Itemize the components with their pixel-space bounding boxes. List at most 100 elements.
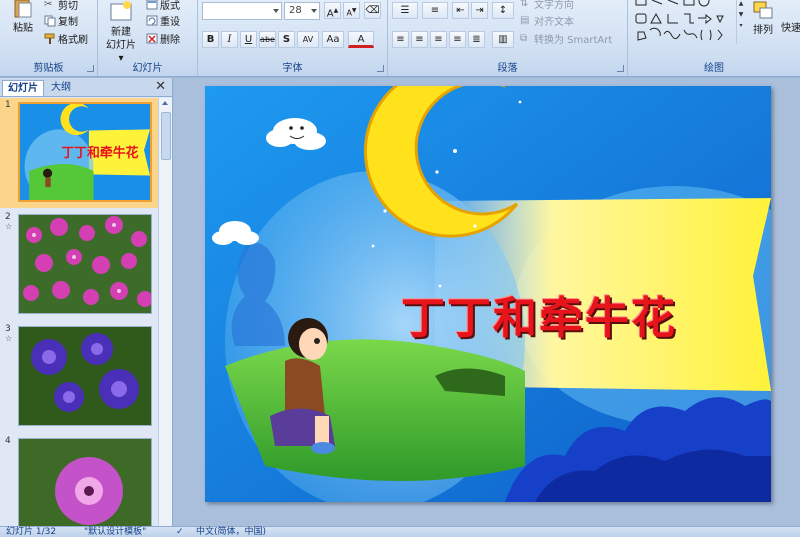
change-case-label: Aa <box>326 34 340 45</box>
bold-button[interactable]: B <box>202 31 219 48</box>
slide-title[interactable]: 丁丁和牵牛花 <box>401 282 701 346</box>
justify-button[interactable]: ≡ <box>449 31 466 48</box>
slide-thumbnail-1[interactable]: 1 丁丁和牵牛花 <box>0 98 158 208</box>
arrange-button[interactable]: 排列 <box>748 0 778 37</box>
reset-icon <box>146 15 158 25</box>
font-group-label: 字体 <box>282 63 303 74</box>
align-left-icon: ≡ <box>396 34 405 45</box>
slide-1-preview: 丁丁和牵牛花 <box>20 104 150 200</box>
copy-button[interactable]: 复制 <box>44 13 78 28</box>
line-spacing-button[interactable]: ↕ <box>492 2 514 19</box>
chevron-down-icon <box>273 9 279 13</box>
align-left-button[interactable]: ≡ <box>392 31 409 48</box>
paste-icon <box>14 0 32 18</box>
tab-outline[interactable]: 大纲 <box>46 80 76 96</box>
distribute-icon: ≣ <box>472 34 481 45</box>
delete-slide-button[interactable]: 删除 <box>146 31 180 46</box>
layout-icon <box>146 0 158 9</box>
slide-number-value: 2 <box>5 212 11 222</box>
chevron-up-icon <box>162 101 168 105</box>
slide-preview <box>18 438 152 526</box>
align-right-icon: ≡ <box>434 34 443 45</box>
ribbon: 粘贴 ✂ 剪切 复制 格式刷 剪贴板 新建 幻灯片 ▾ 版式 重设 删除 幻灯片… <box>0 0 800 77</box>
bullets-icon: ☰ <box>400 5 410 16</box>
new-slide-icon <box>110 1 132 21</box>
current-slide[interactable]: 丁丁和牵牛花 <box>205 86 771 502</box>
smartart-label: 转换为 SmartArt <box>534 35 613 46</box>
indent-icon: ⇥ <box>475 5 484 16</box>
flowers-pink-image <box>19 215 151 313</box>
flower-violet-image <box>19 439 151 526</box>
change-case-button[interactable]: Aa <box>322 31 344 48</box>
font-name-combo[interactable] <box>202 2 282 20</box>
shadow-button[interactable]: S <box>278 31 295 48</box>
reset-button[interactable]: 重设 <box>146 13 180 28</box>
char-spacing-button[interactable]: AV <box>297 31 319 48</box>
text-direction-label: 文字方向 <box>534 0 574 11</box>
paragraph-group: ☰ ≡ ⇤ ⇥ ↕ ⇅ 文字方向 ▤ 对齐文本 ⧉ 转换为 SmartArt ≡… <box>388 0 628 76</box>
shrink-font-button[interactable]: A▼ <box>343 2 360 19</box>
font-size-combo[interactable]: 28 <box>284 2 320 20</box>
slide-number: 2 ☆ <box>5 212 12 232</box>
paragraph-dialog-launcher[interactable] <box>617 65 624 72</box>
shapes-scroller[interactable]: ▲ ▼ ▾ <box>736 0 745 44</box>
columns-button[interactable]: ▥ <box>492 31 514 48</box>
layout-button[interactable]: 版式 <box>146 0 180 12</box>
slides-group: 新建 幻灯片 ▾ 版式 重设 删除 幻灯片 <box>98 0 198 76</box>
slide-thumbnail-4[interactable]: 4 <box>0 434 158 526</box>
animation-star-icon: ☆ <box>5 222 13 231</box>
slide-thumbnail-2[interactable]: 2 ☆ <box>0 210 158 320</box>
thumbnails-scrollbar[interactable] <box>158 98 172 526</box>
tab-outline-label: 大纲 <box>51 82 71 93</box>
slide-number-value: 1 <box>5 100 11 110</box>
align-text-button[interactable]: ▤ 对齐文本 <box>520 13 574 29</box>
clipboard-group-label: 剪贴板 <box>33 63 64 74</box>
slide-preview <box>18 214 152 314</box>
cut-label: 剪切 <box>58 1 78 12</box>
flowers-blue-image <box>19 327 151 425</box>
numbering-button[interactable]: ≡ <box>422 2 448 19</box>
arrange-icon <box>753 1 773 19</box>
tab-slides[interactable]: 幻灯片 <box>2 80 44 96</box>
align-right-button[interactable]: ≡ <box>430 31 447 48</box>
underline-label: U <box>244 34 253 45</box>
italic-button[interactable]: I <box>221 31 238 48</box>
distribute-button[interactable]: ≣ <box>468 31 485 48</box>
paste-button[interactable]: 粘贴 <box>8 0 38 35</box>
copy-label: 复制 <box>58 17 78 28</box>
slide-number-value: 4 <box>5 436 11 446</box>
bullets-button[interactable]: ☰ <box>392 2 418 19</box>
font-color-label: A <box>357 34 365 45</box>
new-slide-button[interactable]: 新建 幻灯片 ▾ <box>102 0 140 65</box>
slide-editor: 丁丁和牵牛花 <box>173 78 800 526</box>
grow-font-button[interactable]: A▲ <box>324 2 341 19</box>
format-painter-button[interactable]: 格式刷 <box>44 31 88 46</box>
align-center-button[interactable]: ≡ <box>411 31 428 48</box>
scissors-icon: ✂ <box>44 0 53 10</box>
shapes-gallery[interactable] <box>634 0 746 46</box>
slide-thumbnail-3[interactable]: 3 ☆ <box>0 322 158 432</box>
clear-format-button[interactable]: ⌫ <box>364 2 381 19</box>
underline-button[interactable]: U <box>240 31 257 48</box>
convert-smartart-button[interactable]: ⧉ 转换为 SmartArt <box>520 31 613 47</box>
clipboard-dialog-launcher[interactable] <box>87 65 94 72</box>
strikethrough-button[interactable]: abe <box>259 31 276 48</box>
font-color-button[interactable]: A <box>348 31 374 48</box>
cut-button[interactable]: ✂ 剪切 <box>44 0 78 12</box>
bold-label: B <box>206 34 215 45</box>
numbering-icon: ≡ <box>430 5 440 16</box>
close-icon[interactable]: ✕ <box>155 79 166 94</box>
slides-group-label: 幻灯片 <box>132 63 163 74</box>
shadow-label: S <box>282 34 291 45</box>
font-dialog-launcher[interactable] <box>377 65 384 72</box>
drawing-group-label: 绘图 <box>704 63 724 74</box>
increase-indent-button[interactable]: ⇥ <box>471 2 488 19</box>
outdent-icon: ⇤ <box>456 5 465 16</box>
chevron-down-icon <box>311 9 317 13</box>
scroll-thumb[interactable] <box>161 112 171 160</box>
quick-styles-button[interactable]: 快速 <box>780 22 800 35</box>
decrease-indent-button[interactable]: ⇤ <box>452 2 469 19</box>
text-direction-button[interactable]: ⇅ 文字方向 <box>520 0 574 11</box>
align-text-label: 对齐文本 <box>534 17 574 28</box>
columns-icon: ▥ <box>498 34 508 45</box>
